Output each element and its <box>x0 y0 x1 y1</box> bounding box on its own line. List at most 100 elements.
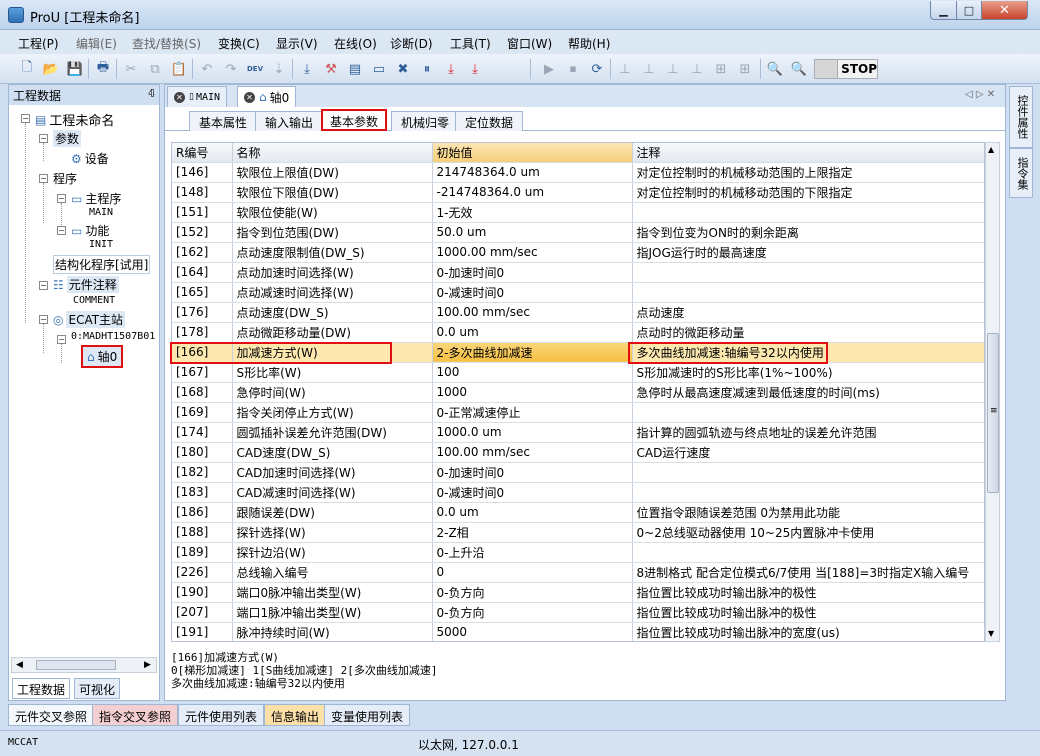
undo-icon[interactable]: ↶ <box>198 60 216 78</box>
tab-homing[interactable]: 机械归零 <box>391 111 460 131</box>
cell-name[interactable]: 点动速度限制值(DW_S) <box>232 242 433 263</box>
stop-switch[interactable]: STOP <box>814 59 878 79</box>
tab-main[interactable]: ✕ ▯ MAIN <box>167 86 228 107</box>
cell-r-number[interactable]: [164] <box>172 262 233 283</box>
print-icon[interactable]: 🖶 <box>94 60 112 78</box>
cell-name[interactable]: 指令关闭停止方式(W) <box>232 402 433 423</box>
tree-structured-program[interactable]: 结构化程序[试用] <box>53 255 151 274</box>
run-icon[interactable]: ▶ <box>540 60 558 78</box>
cell-name[interactable]: 软限位下限值(DW) <box>232 182 433 203</box>
paste-icon[interactable]: 📋 <box>170 60 188 78</box>
cell-comment[interactable]: 指位置比较成功时输出脉冲的极性 <box>632 602 984 623</box>
cell-r-number[interactable]: [167] <box>172 362 233 383</box>
cell-r-number[interactable]: [176] <box>172 302 233 323</box>
menu-help[interactable]: 帮助(H) <box>568 35 610 52</box>
window-icon[interactable]: ▭ <box>370 60 388 78</box>
cell-comment[interactable]: 多次曲线加减速:轴编号32以内使用 <box>632 342 984 363</box>
cell-comment[interactable]: 指计算的圆弧轨迹与终点地址的误差允许范围 <box>632 422 984 443</box>
cell-name[interactable]: 探针边沿(W) <box>232 542 433 563</box>
menu-view[interactable]: 显示(V) <box>276 35 318 52</box>
scroll-thumb[interactable] <box>36 660 116 670</box>
cell-r-number[interactable]: [182] <box>172 462 233 483</box>
tab-axis0[interactable]: ✕ ⌂ 轴0 <box>237 86 297 107</box>
menu-edit[interactable]: 编辑(E) <box>76 35 117 52</box>
cell-initial-value[interactable]: 2-多次曲线加减速 <box>432 342 633 363</box>
table-row[interactable]: [146] 软限位上限值(DW) 214748364.0 um 对定位控制时的机械移动… <box>172 162 984 183</box>
copy-icon[interactable]: ⧉ <box>146 60 164 78</box>
tab-project-data[interactable]: 工程数据 <box>12 678 71 699</box>
cell-r-number[interactable]: [148] <box>172 182 233 203</box>
cell-r-number[interactable]: [189] <box>172 542 233 563</box>
cell-initial-value[interactable]: 50.0 um <box>432 222 633 243</box>
ladder-icon[interactable]: ⊞ <box>712 60 730 78</box>
cell-r-number[interactable]: [180] <box>172 442 233 463</box>
cell-initial-value[interactable]: 0 <box>432 562 633 583</box>
cut-icon[interactable]: ✂ <box>122 60 140 78</box>
table-row[interactable]: [188] 探针选择(W) 2-Z相 0~2总线驱动器使用 10~25内置脉冲卡使用 <box>172 522 984 543</box>
cell-name[interactable]: 软限位上限值(DW) <box>232 162 433 183</box>
cell-comment[interactable]: 对定位控制时的机械移动范围的上限指定 <box>632 162 984 183</box>
table-row[interactable]: [183] CAD减速时间选择(W) 0-减速时间0 <box>172 482 984 503</box>
cell-comment[interactable]: 指位置比较成功时输出脉冲的宽度(us) <box>632 622 984 641</box>
download-icon[interactable]: ⤓ <box>298 60 316 78</box>
cell-r-number[interactable]: [190] <box>172 582 233 603</box>
close-tab-icon[interactable]: ✕ <box>174 91 185 103</box>
cell-comment[interactable]: CAD运行速度 <box>632 442 984 463</box>
menu-convert[interactable]: 变换(C) <box>218 35 260 52</box>
tree-axis0[interactable]: ⌂ 轴0 <box>81 345 124 368</box>
compile-icon[interactable]: ⚒ <box>322 60 340 78</box>
pin-icon[interactable]: ⇣ <box>270 60 288 78</box>
cell-comment[interactable] <box>632 542 984 563</box>
cell-r-number[interactable]: [152] <box>172 222 233 243</box>
cell-r-number[interactable]: [207] <box>172 602 233 623</box>
cell-comment[interactable]: S形加减速时的S形比率(1%~100%) <box>632 362 984 383</box>
horizontal-scrollbar[interactable]: ◀ ▶ <box>11 657 157 673</box>
cell-name[interactable]: 点动微距移动量(DW) <box>232 322 433 343</box>
table-row[interactable]: [166] 加减速方式(W) 2-多次曲线加减速 多次曲线加减速:轴编号32以内使用 <box>172 342 984 363</box>
cell-initial-value[interactable]: 1-无效 <box>432 202 633 223</box>
table-row[interactable]: [178] 点动微距移动量(DW) 0.0 um 点动时的微距移动量 <box>172 322 984 343</box>
tree-ecat[interactable]: ◎ ECAT主站 <box>53 311 126 328</box>
tree-param[interactable]: 参数 <box>53 130 82 147</box>
cell-name[interactable]: CAD加速时间选择(W) <box>232 462 433 483</box>
cell-name[interactable]: 点动减速时间选择(W) <box>232 282 433 303</box>
cell-r-number[interactable]: [226] <box>172 562 233 583</box>
tab-instruction-xref[interactable]: 指令交叉参照 <box>92 704 179 726</box>
table-row[interactable]: [164] 点动加速时间选择(W) 0-加速时间0 <box>172 262 984 283</box>
tree-main-code[interactable]: MAIN <box>89 207 113 218</box>
cell-name[interactable]: CAD速度(DW_S) <box>232 442 433 463</box>
cell-comment[interactable]: 0~2总线驱动器使用 10~25内置脉冲卡使用 <box>632 522 984 543</box>
table-row[interactable]: [226] 总线输入编号 0 8进制格式 配合定位模式6/7使用 当[188]=3时指… <box>172 562 984 583</box>
cell-comment[interactable]: 位置指令跟随误差范围 0为禁用此功能 <box>632 502 984 523</box>
close-button[interactable]: ✕ <box>981 1 1028 20</box>
cell-comment[interactable] <box>632 402 984 423</box>
zoom-out-icon[interactable]: 🔍 <box>790 60 808 78</box>
tab-scroll-arrows[interactable]: ◁ ▷ ✕ <box>965 89 995 100</box>
cell-initial-value[interactable]: 0-加速时间0 <box>432 462 633 483</box>
cell-initial-value[interactable]: 214748364.0 um <box>432 162 633 183</box>
cell-comment[interactable] <box>632 262 984 283</box>
tab-basic-attr[interactable]: 基本属性 <box>189 111 258 131</box>
cell-initial-value[interactable]: 0-加速时间0 <box>432 262 633 283</box>
cell-r-number[interactable]: [174] <box>172 422 233 443</box>
tab-variable-usage[interactable]: 变量使用列表 <box>324 704 411 726</box>
cell-comment[interactable] <box>632 462 984 483</box>
cell-r-number[interactable]: [166] <box>172 342 233 363</box>
cell-name[interactable]: 脉冲持续时间(W) <box>232 622 433 641</box>
redo-icon[interactable]: ↷ <box>222 60 240 78</box>
menu-window[interactable]: 窗口(W) <box>507 35 552 52</box>
scroll-down-icon[interactable]: ▼ <box>988 629 994 638</box>
dev-icon[interactable]: DEV <box>246 60 264 78</box>
col-initial-value[interactable]: 初始值 <box>432 143 633 163</box>
cell-comment[interactable]: 指令到位变为ON时的剩余距离 <box>632 222 984 243</box>
tree-function[interactable]: ▭ 功能 <box>71 222 109 239</box>
step-icon[interactable]: ⊥ <box>616 60 634 78</box>
refresh-icon[interactable]: ⟳ <box>588 60 606 78</box>
cell-name[interactable]: 指令到位范围(DW) <box>232 222 433 243</box>
ladder2-icon[interactable]: ⊞ <box>736 60 754 78</box>
monitor-icon[interactable]: ▤ <box>346 60 364 78</box>
col-name[interactable]: 名称 <box>232 143 433 163</box>
cell-name[interactable]: 探针选择(W) <box>232 522 433 543</box>
cell-name[interactable]: 点动速度(DW_S) <box>232 302 433 323</box>
cell-initial-value[interactable]: 0-减速时间0 <box>432 282 633 303</box>
